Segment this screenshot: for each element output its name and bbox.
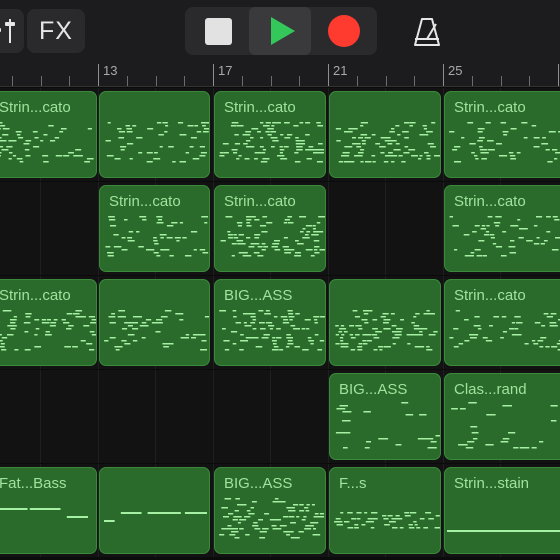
play-button[interactable] — [249, 7, 311, 55]
audio-region[interactable]: F...s — [329, 467, 441, 554]
mixer-sliders-icon — [0, 19, 15, 43]
audio-region[interactable]: Clas...rand — [444, 373, 560, 460]
transport-controls — [185, 7, 377, 55]
audio-region[interactable]: Strin...cato — [214, 91, 326, 178]
grid-line — [213, 370, 214, 463]
track-lane[interactable]: Strin...cato Strin...cato Strin...cato — [0, 182, 560, 275]
bar-tick — [213, 64, 214, 86]
beat-tick — [299, 76, 300, 86]
audio-region[interactable]: Fat...Bass — [0, 467, 97, 554]
beat-tick — [184, 76, 185, 86]
audio-region[interactable] — [99, 91, 210, 178]
bar-number: 13 — [103, 63, 118, 78]
region-name: Strin...cato — [0, 287, 71, 304]
region-name: Fat...Bass — [0, 475, 67, 492]
region-name: BIG...ASS — [224, 475, 293, 492]
beat-tick — [501, 76, 502, 86]
region-notes — [105, 122, 209, 163]
metronome-button[interactable] — [407, 12, 447, 52]
grid-line — [328, 182, 329, 275]
beat-tick — [127, 76, 128, 86]
beat-tick — [41, 76, 42, 86]
track-lane[interactable]: Strin...cato BIG...ASS Strin...cato — [0, 276, 560, 369]
record-button[interactable] — [313, 7, 375, 55]
audio-region[interactable]: Strin...cato — [99, 185, 210, 272]
audio-region[interactable]: Strin...cato — [444, 91, 560, 178]
region-name: Strin...stain — [454, 475, 530, 492]
beat-tick — [472, 76, 473, 86]
fx-button[interactable]: FX — [27, 9, 85, 53]
beat-tick — [242, 76, 243, 86]
beat-tick — [386, 76, 387, 86]
region-name: BIG...ASS — [224, 287, 293, 304]
audio-region[interactable] — [99, 467, 210, 554]
grid-line — [155, 370, 156, 463]
region-name: Strin...cato — [109, 193, 181, 210]
bar-number: 17 — [218, 63, 233, 78]
audio-region[interactable]: Strin...cato — [0, 91, 97, 178]
beat-tick — [357, 76, 358, 86]
region-name: BIG...ASS — [339, 381, 408, 398]
stop-button[interactable] — [187, 7, 249, 55]
region-name: Strin...cato — [454, 287, 526, 304]
grid-line — [98, 370, 99, 463]
region-name: Strin...cato — [0, 99, 71, 116]
region-name: Strin...cato — [454, 193, 526, 210]
audio-region[interactable]: BIG...ASS — [329, 373, 441, 460]
grid-line — [40, 370, 41, 463]
beat-tick — [12, 76, 13, 86]
track-lane[interactable]: Strin...cato Strin...cato Strin...cato — [0, 88, 560, 181]
track-lane[interactable]: Fat...Bass BIG...ASS F...s Strin...stain — [0, 464, 560, 557]
region-name: F...s — [339, 475, 367, 492]
bar-number: 25 — [448, 63, 463, 78]
audio-region[interactable]: Strin...cato — [0, 279, 97, 366]
region-name: Clas...rand — [454, 381, 527, 398]
beat-tick — [414, 76, 415, 86]
audio-region[interactable]: Strin...cato — [444, 279, 560, 366]
audio-region[interactable]: BIG...ASS — [214, 279, 326, 366]
fx-label: FX — [39, 16, 73, 45]
metronome-icon — [414, 18, 440, 46]
region-notes — [335, 122, 440, 163]
bar-tick — [328, 64, 329, 86]
grid-line — [385, 182, 386, 275]
bar-number: 21 — [333, 63, 348, 78]
region-name: Strin...cato — [454, 99, 526, 116]
audio-region[interactable] — [99, 279, 210, 366]
timeline-ruler[interactable]: 13 17 21 25 — [0, 62, 560, 87]
audio-region[interactable] — [329, 91, 441, 178]
grid-line — [270, 370, 271, 463]
beat-tick — [271, 76, 272, 86]
audio-region[interactable] — [329, 279, 441, 366]
region-notes — [104, 512, 207, 522]
audio-region[interactable]: Strin...stain — [444, 467, 560, 554]
beat-tick — [156, 76, 157, 86]
audio-region[interactable]: Strin...cato — [444, 185, 560, 272]
region-name: Strin...cato — [224, 193, 296, 210]
bar-tick — [558, 64, 559, 86]
play-icon — [270, 17, 295, 45]
region-notes — [335, 310, 438, 351]
grid-line — [40, 182, 41, 275]
audio-region[interactable]: BIG...ASS — [214, 467, 326, 554]
track-lane[interactable]: BIG...ASS Clas...rand — [0, 370, 560, 463]
bar-tick — [443, 64, 444, 86]
region-name: Strin...cato — [224, 99, 296, 116]
region-notes — [104, 310, 209, 351]
record-icon — [328, 15, 360, 47]
beat-tick — [69, 76, 70, 86]
beat-tick — [529, 76, 530, 86]
control-bar: FX — [0, 0, 560, 62]
audio-region[interactable]: Strin...cato — [214, 185, 326, 272]
bar-tick — [98, 64, 99, 86]
stop-icon — [204, 17, 232, 45]
mixer-button[interactable] — [0, 9, 24, 53]
